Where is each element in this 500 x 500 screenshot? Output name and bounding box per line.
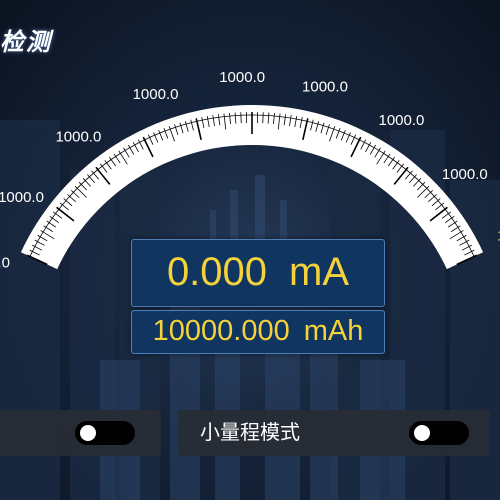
gauge-scale-label: 1000.0 [442,166,488,183]
small-range-toggle-knob [414,425,430,441]
capacity-unit: mAh [303,315,364,347]
current-value: 0.000 [166,250,268,294]
gauge-scale-label: 1000.0 [0,189,44,206]
current-unit: mA [289,250,350,294]
current-readout: 0.000 mA [131,239,385,307]
capacity-value: 10000.000 [152,315,290,347]
left-toggle-switch[interactable] [75,421,135,445]
small-range-control-panel: 小量程模式 [178,410,490,456]
gauge-scale-label: 1000.0 [378,112,424,129]
small-range-mode-toggle[interactable] [409,421,469,445]
capacity-readout: 10000.000 mAh [131,310,385,354]
left-control-panel [0,410,161,456]
gauge-scale-label: 1000.0 [55,129,101,146]
left-toggle-knob [80,425,96,441]
gauge-scale-label: 1000.0 [219,69,265,86]
meter-screen: 检测 1000.01000.01000.01000.01000.01000.01… [0,0,500,500]
gauge-scale-label: 1000.0 [0,255,10,272]
gauge-scale-label: 1000.0 [302,79,348,96]
small-range-mode-label: 小量程模式 [200,422,300,444]
gauge-scale-label: 1000.0 [133,86,179,103]
